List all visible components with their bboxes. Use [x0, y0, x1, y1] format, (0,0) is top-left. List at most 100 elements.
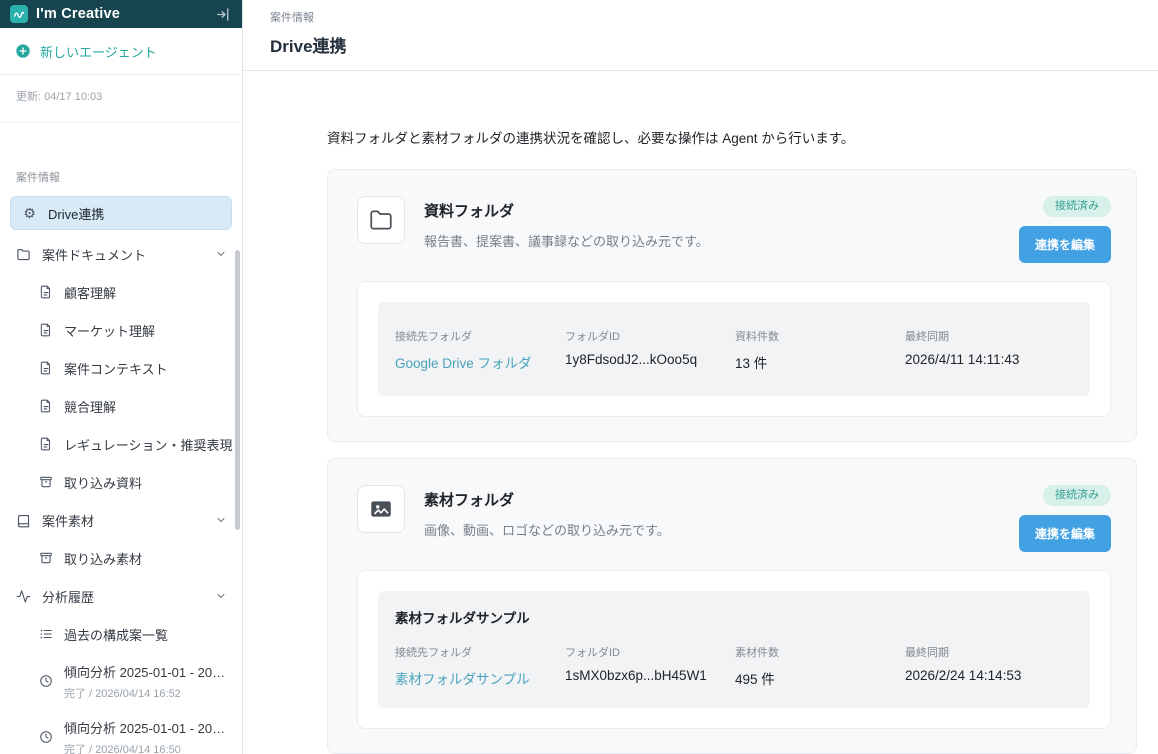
sidebar: I'm Creative 新しいエージェント 更新: 04/17 10:03 案…	[0, 0, 243, 754]
field-folder-id: フォルダID 1sMX0bzx6p...bH45W1	[565, 644, 735, 688]
field-connected-folder: 接続先フォルダ Google Drive フォルダ	[395, 328, 565, 372]
field-material-count: 素材件数 495 件	[735, 644, 905, 688]
sidebar-item-imported-docs[interactable]: 取り込み資料	[0, 463, 242, 501]
sidebar-item-label: 過去の構成案一覧	[64, 625, 168, 644]
connection-detail-panel: 接続先フォルダ Google Drive フォルダ フォルダID 1y8Fdso…	[378, 302, 1090, 396]
field-label: 接続先フォルダ	[395, 328, 565, 344]
sidebar-group-label: 分析履歴	[42, 587, 94, 606]
collapse-sidebar-icon[interactable]	[215, 6, 232, 23]
sidebar-group-label: 案件ドキュメント	[42, 245, 146, 264]
field-last-sync: 最終同期 2026/4/11 14:11:43	[905, 328, 1019, 372]
new-agent-button[interactable]: 新しいエージェント	[0, 28, 242, 75]
connected-folder-link[interactable]: 素材フォルダサンプル	[395, 668, 565, 688]
sidebar-item-label: 傾向分析 2025-01-01 - 202...	[64, 718, 227, 737]
sidebar-item-imported-materials[interactable]: 取り込み素材	[0, 539, 242, 577]
status-badge: 接続済み	[1043, 196, 1111, 217]
sidebar-item-label: 傾向分析 2025-01-01 - 202...	[64, 662, 227, 681]
file-icon	[37, 399, 54, 413]
last-sync-value: 2026/2/24 14:14:53	[905, 668, 1021, 683]
sidebar-item-market[interactable]: マーケット理解	[0, 311, 242, 349]
gear-icon: ⚙	[21, 206, 38, 220]
app-root: I'm Creative 新しいエージェント 更新: 04/17 10:03 案…	[0, 0, 1158, 754]
sidebar-item-label: 案件コンテキスト	[64, 359, 168, 378]
book-icon	[15, 513, 32, 528]
sidebar-item-label: 顧客理解	[64, 283, 116, 302]
sidebar-nav: 案件情報 ⚙ Drive連携 案件ドキュメント 顧客理解	[0, 123, 242, 754]
sidebar-item-label: 取り込み素材	[64, 549, 142, 568]
card-title-block: 素材フォルダ 画像、動画、ロゴなどの取り込み元です。	[424, 485, 670, 552]
card-actions: 接続済み 連携を編集	[1019, 196, 1111, 263]
file-icon	[37, 285, 54, 299]
folder-icon	[15, 247, 32, 262]
history-icon	[37, 730, 54, 744]
intro-text: 資料フォルダと素材フォルダの連携状況を確認し、必要な操作は Agent から行い…	[327, 127, 1137, 147]
sidebar-group-analysis-history[interactable]: 分析履歴	[0, 577, 242, 615]
app-title: I'm Creative	[36, 6, 120, 22]
folder-id-value: 1sMX0bzx6p...bH45W1	[565, 668, 735, 683]
sidebar-item-context[interactable]: 案件コンテキスト	[0, 349, 242, 387]
sidebar-item-text: 傾向分析 2025-01-01 - 202... 完了 / 2026/04/14…	[64, 662, 227, 701]
field-label: 資料件数	[735, 328, 905, 344]
edit-connection-button[interactable]: 連携を編集	[1019, 226, 1111, 263]
fields-row: 接続先フォルダ 素材フォルダサンプル フォルダID 1sMX0bzx6p...b…	[395, 644, 1070, 688]
file-icon	[37, 361, 54, 375]
activity-icon	[15, 589, 32, 604]
doc-count-value: 13 件	[735, 352, 905, 372]
sidebar-group-materials[interactable]: 案件素材	[0, 501, 242, 539]
app-logo-icon	[10, 5, 28, 23]
breadcrumb: 案件情報	[270, 9, 1158, 25]
sidebar-item-customer[interactable]: 顧客理解	[0, 273, 242, 311]
card-title-block: 資料フォルダ 報告書、提案書、議事録などの取り込み元です。	[424, 196, 709, 263]
image-icon	[357, 485, 405, 533]
updated-timestamp: 更新: 04/17 10:03	[0, 75, 242, 123]
sidebar-item-competitor[interactable]: 競合理解	[0, 387, 242, 425]
history-icon	[37, 674, 54, 688]
panel-heading: 素材フォルダサンプル	[395, 607, 1070, 627]
sidebar-group-documents[interactable]: 案件ドキュメント	[0, 235, 242, 273]
material-count-value: 495 件	[735, 668, 905, 688]
plus-circle-icon	[15, 43, 31, 59]
sidebar-item-trend-analysis-2[interactable]: 傾向分析 2025-01-01 - 202... 完了 / 2026/04/14…	[0, 709, 242, 754]
card-title: 資料フォルダ	[424, 200, 709, 221]
section-label-case-info: 案件情報	[0, 169, 242, 185]
page-title: Drive連携	[270, 32, 1158, 57]
archive-icon	[37, 475, 54, 489]
sidebar-item-label: Drive連携	[48, 204, 104, 223]
last-sync-value: 2026/4/11 14:11:43	[905, 352, 1019, 367]
edit-connection-button[interactable]: 連携を編集	[1019, 515, 1111, 552]
sidebar-scrollbar[interactable]	[235, 250, 240, 530]
sidebar-item-sub: 完了 / 2026/04/14 16:52	[64, 685, 227, 701]
sidebar-item-regulation[interactable]: レギュレーション・推奨表現	[0, 425, 242, 463]
card-actions: 接続済み 連携を編集	[1019, 485, 1111, 552]
field-label: フォルダID	[565, 644, 735, 660]
field-label: 最終同期	[905, 328, 1019, 344]
field-label: 最終同期	[905, 644, 1021, 660]
sidebar-item-label: マーケット理解	[64, 321, 155, 340]
chevron-down-icon	[215, 248, 227, 260]
file-icon	[37, 323, 54, 337]
field-label: フォルダID	[565, 328, 735, 344]
status-badge: 接続済み	[1043, 485, 1111, 506]
field-label: 接続先フォルダ	[395, 644, 565, 660]
page-header: 案件情報 Drive連携	[243, 0, 1158, 71]
field-connected-folder: 接続先フォルダ 素材フォルダサンプル	[395, 644, 565, 688]
connected-folder-link[interactable]: Google Drive フォルダ	[395, 352, 565, 372]
connection-detail-card: 接続先フォルダ Google Drive フォルダ フォルダID 1y8Fdso…	[357, 281, 1111, 417]
connection-detail-panel: 素材フォルダサンプル 接続先フォルダ 素材フォルダサンプル フォルダID 1sM…	[378, 591, 1090, 708]
sidebar-item-past-drafts[interactable]: 過去の構成案一覧	[0, 615, 242, 653]
file-icon	[37, 437, 54, 451]
field-doc-count: 資料件数 13 件	[735, 328, 905, 372]
chevron-down-icon	[215, 514, 227, 526]
chevron-down-icon	[215, 590, 227, 602]
archive-icon	[37, 551, 54, 565]
sidebar-item-label: 競合理解	[64, 397, 116, 416]
sidebar-item-label: レギュレーション・推奨表現	[64, 435, 232, 454]
field-label: 素材件数	[735, 644, 905, 660]
sidebar-item-drive[interactable]: ⚙ Drive連携	[10, 196, 232, 230]
sidebar-item-label: 取り込み資料	[64, 473, 142, 492]
sidebar-item-trend-analysis-1[interactable]: 傾向分析 2025-01-01 - 202... 完了 / 2026/04/14…	[0, 653, 242, 709]
card-header: 資料フォルダ 報告書、提案書、議事録などの取り込み元です。 接続済み 連携を編集	[357, 196, 1111, 263]
fields-row: 接続先フォルダ Google Drive フォルダ フォルダID 1y8Fdso…	[395, 328, 1070, 372]
sidebar-item-sub: 完了 / 2026/04/14 16:50	[64, 741, 227, 754]
field-folder-id: フォルダID 1y8FdsodJ2...kOoo5q	[565, 328, 735, 372]
